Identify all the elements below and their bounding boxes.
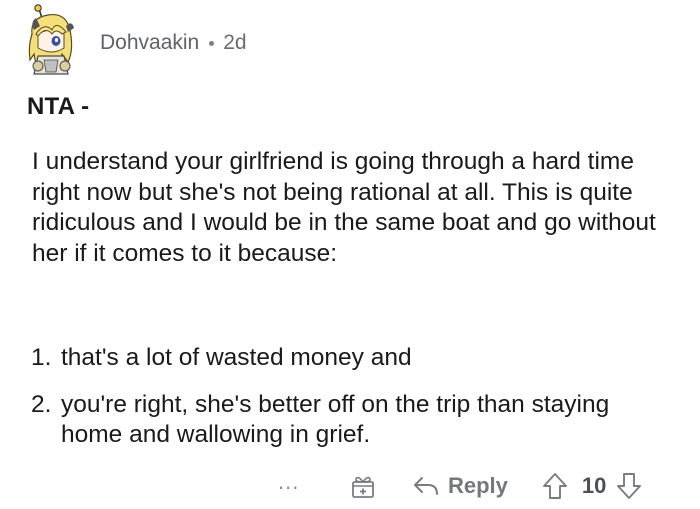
vote-score: 10	[581, 473, 607, 498]
reply-button[interactable]: Reply	[412, 473, 508, 499]
downvote-arrow-icon[interactable]	[616, 472, 642, 500]
comment-list: 1. that's a lot of wasted money and 2. y…	[31, 343, 671, 467]
list-item: 2. you're right, she's better off on the…	[31, 390, 671, 451]
list-item-text: you're right, she's better off on the tr…	[61, 390, 610, 449]
reply-label: Reply	[448, 473, 508, 498]
reply-arrow-icon	[414, 477, 438, 495]
more-options-button[interactable]: ...	[278, 471, 318, 493]
list-item-number: 2.	[31, 390, 52, 418]
comment-meta: Dohvaakin 2d	[100, 31, 247, 55]
comment-actions: ... Reply 10	[278, 469, 642, 503]
list-item-number: 1.	[31, 344, 52, 371]
comment-header: Dohvaakin 2d	[22, 4, 247, 76]
gift-icon[interactable]	[350, 473, 376, 499]
username-link[interactable]: Dohvaakin	[100, 31, 199, 55]
separator-dot	[209, 40, 215, 46]
comment-body: I understand your girlfriend is going th…	[32, 148, 656, 267]
comment-title: NTA -	[27, 93, 90, 120]
comment-age: 2d	[223, 31, 247, 54]
upvote-arrow-icon[interactable]	[542, 472, 568, 500]
avatar[interactable]	[22, 4, 90, 76]
list-item: 1. that's a lot of wasted money and	[31, 343, 671, 374]
comment-card: Dohvaakin 2d NTA - I understand your gir…	[0, 0, 700, 509]
list-item-text: that's a lot of wasted money and	[61, 344, 412, 371]
